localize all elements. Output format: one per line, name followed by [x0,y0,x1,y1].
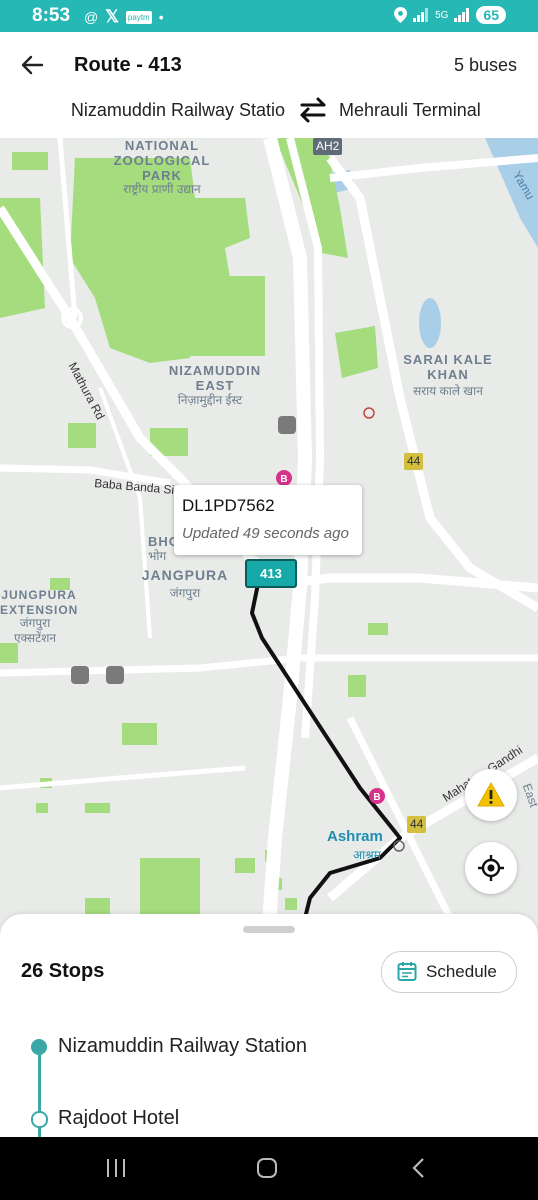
ashram-label: Ashram [327,828,383,845]
bus-plate-number: DL1PD7562 [182,496,275,515]
stop-name-1[interactable]: Nizamuddin Railway Station [58,1035,307,1058]
stops-sheet[interactable]: 26 Stops Schedule Nizamuddin Railway Sta… [0,914,538,1137]
location-icon [394,7,408,23]
bus-marker[interactable]: 413 [245,559,297,588]
calendar-icon [397,962,417,981]
crosshair-icon [478,855,504,881]
nh44-badge-1: 44 [404,453,424,470]
network-type: 5G [435,9,449,21]
paytm-icon: paytm [125,10,152,24]
signal-icon [413,8,429,22]
jangpura-label: JANGPURA [141,567,229,583]
schedule-label: Schedule [426,962,497,981]
zoo-label-hindi: राष्ट्रीय प्राणी उद्यान [123,182,201,196]
jangpura-extension-label: JUNGPURA EXTENSION [0,588,79,617]
svg-text:B: B [280,474,287,485]
battery-icon: 65 [476,6,506,24]
system-icons: 5G 65 [394,6,506,24]
stop-marker-filled [31,1039,47,1055]
system-navigation-bar [0,1137,538,1200]
stops-count-title: 26 Stops [21,960,105,982]
report-issue-button[interactable] [465,769,517,821]
x-app-icon: 𝕏 [105,7,119,26]
svg-text:B: B [373,792,380,803]
back-arrow-icon[interactable] [18,50,48,80]
stop-marker-hollow [31,1111,48,1128]
zoo-label: NATIONAL ZOOLOGICAL PARK [113,138,211,183]
nizamuddin-east-label: NIZAMUDDIN EAST [168,363,262,393]
status-bar: 8:53 @ 𝕏 paytm • 5G 65 [0,0,538,32]
stop-name-2[interactable]: Rajdoot Hotel [58,1107,179,1130]
notification-icons: @ 𝕏 paytm • [84,7,164,27]
back-nav-icon[interactable] [408,1157,430,1179]
jangpura-extension-hindi: जंगपुरा एक्सटेंशन [13,616,57,645]
home-icon[interactable] [256,1157,278,1179]
bus-count[interactable]: 5 buses [454,55,517,76]
recent-apps-icon[interactable] [105,1157,127,1179]
status-time: 8:53 [32,5,71,26]
schedule-button[interactable]: Schedule [381,951,517,993]
ah2-badge: AH2 [313,138,343,155]
bus-info-callout[interactable]: DL1PD7562 Updated 49 seconds ago [174,485,362,555]
bus-last-updated: Updated 49 seconds ago [182,525,349,542]
warning-icon [477,781,505,807]
ashram-hindi: आश्रम [353,848,381,862]
page-title: Route - 413 [74,54,182,76]
at-icon: @ [84,9,99,25]
swap-direction-icon[interactable] [298,96,328,124]
jangpura-hindi: जंगपुरा [169,586,201,600]
signal-icon-2 [454,8,470,22]
my-location-button[interactable] [465,842,517,894]
route-destination: Mehrauli Terminal [339,100,481,120]
route-map[interactable]: B B AH2 44 44 NATIONAL ZOOLOGICAL PARK र… [0,138,538,938]
dot-icon: • [158,9,164,25]
sarai-kale-khan-label: SARAI KALE KHAN [403,352,493,382]
route-origin: Nizamuddin Railway Statio [70,100,285,120]
sarai-kale-khan-hindi: सराय काले खान [413,384,483,398]
nh44-badge-2: 44 [407,816,427,833]
sheet-drag-handle[interactable] [243,926,295,933]
bhog-hindi: भोग [148,549,167,563]
route-header: Route - 413 5 buses Nizamuddin Railway S… [0,32,538,138]
nizamuddin-east-hindi: निज़ामुद्दीन ईस्ट [177,393,243,407]
